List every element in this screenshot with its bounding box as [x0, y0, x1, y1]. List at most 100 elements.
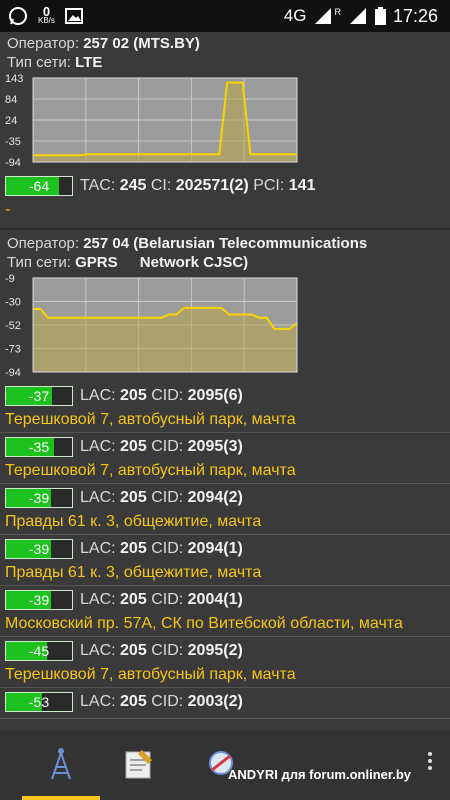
tab-log[interactable] [114, 738, 164, 788]
signal-badge: -39 [5, 590, 73, 610]
cid-value: 2095(6) [187, 387, 243, 404]
cell-row[interactable]: -45 LAC: 205 CID: 2095(2) [0, 637, 450, 665]
signal-badge: -39 [5, 488, 73, 508]
y-tick-label: 84 [5, 94, 17, 106]
operator-label: Оператор: [7, 235, 80, 252]
y-tick-label: -73 [5, 344, 21, 356]
ci-value: 202571(2) [175, 177, 249, 194]
cell-info: LAC: 205 CID: 2094(1) [80, 540, 243, 558]
y-tick-label: -35 [5, 136, 21, 148]
cell-entry[interactable]: -39 LAC: 205 CID: 2004(1) Московский пр. 5… [0, 586, 450, 637]
signal-badge: -64 [5, 176, 73, 196]
y-tick-label: -9 [5, 273, 15, 285]
y-tick-label: 143 [5, 73, 23, 85]
signal-icon [315, 8, 332, 24]
signal-icon-2 [349, 8, 366, 24]
signal-value: -37 [28, 388, 50, 404]
lac-label: LAC: [80, 489, 116, 506]
lac-value: 205 [120, 693, 147, 710]
signal-value: -64 [28, 178, 50, 194]
speed-indicator: 0 KB/s [38, 4, 55, 25]
lac-value: 205 [120, 438, 147, 455]
cid-label: CID: [151, 591, 184, 608]
cell-location: Терешковой 7, автобусный парк, мачта [5, 462, 296, 479]
cell-row[interactable]: -53 LAC: 205 CID: 2003(2) [0, 688, 450, 716]
cell-location: Московский пр. 57А, СК по Витебской обла… [5, 615, 403, 632]
network-type: 4G [283, 6, 307, 25]
cell-info: TAC: 245 CI: 202571(2) PCI: 141 [80, 177, 315, 195]
cid-label: CID: [151, 387, 184, 404]
cid-label: CID: [151, 693, 184, 710]
operator-value: 257 04 (Belarusian Telecommunications [83, 235, 368, 252]
watermark: ANDYRI для forum.onliner.by [228, 767, 411, 782]
network-label: Тип сети: [7, 54, 71, 71]
pci-label: PCI: [253, 177, 285, 194]
cell-row[interactable]: -39 LAC: 205 CID: 2004(1) [0, 586, 450, 614]
y-tick-label: -52 [5, 320, 21, 332]
cell-row[interactable]: -39 LAC: 205 CID: 2094(2) [0, 484, 450, 512]
overflow-menu-icon[interactable] [428, 752, 432, 770]
cell-row-lte[interactable]: -64 TAC: 245 CI: 202571(2) PCI: 141 [0, 172, 450, 200]
tab-cells[interactable] [36, 738, 86, 788]
cell-entry[interactable]: -45 LAC: 205 CID: 2095(2) Терешковой 7, ав… [0, 637, 450, 688]
active-tab-indicator [22, 796, 100, 800]
signal-badge: -35 [5, 437, 73, 457]
signal-history-chart-2: -9 -30 -52 -73 -94 [5, 273, 298, 379]
battery-icon [374, 7, 386, 25]
tac-value: 245 [119, 177, 147, 194]
y-tick-label: -94 [5, 367, 21, 379]
cid-value: 2095(2) [187, 642, 243, 659]
cell-entry[interactable]: -39 LAC: 205 CID: 2094(1) Правды 61 к. 3, … [0, 535, 450, 586]
cell-row[interactable]: -35 LAC: 205 CID: 2095(3) [0, 433, 450, 461]
signal-badge: -45 [5, 641, 73, 661]
cell-location: Терешковой 7, автобусный парк, мачта [5, 411, 296, 428]
operator-label: Оператор: [7, 35, 80, 52]
cid-label: CID: [151, 489, 184, 506]
whatsapp-icon [9, 7, 27, 25]
network-value: LTE [75, 54, 103, 71]
cid-value: 2094(2) [187, 489, 243, 506]
signal-history-chart-1: 143 84 24 -35 -94 [5, 73, 298, 169]
cid-label: CID: [151, 642, 184, 659]
bottom-navigation: ANDYRI для forum.onliner.by [0, 730, 450, 800]
network-value: GPRS [75, 254, 118, 271]
operator-section-1: Оператор: 257 02 (MTS.BY) Тип сети: LTE [0, 32, 450, 72]
pci-value: 141 [288, 177, 316, 194]
signal-badge: -39 [5, 539, 73, 559]
y-tick-label: 24 [5, 115, 17, 127]
speed-unit: KB/s [38, 16, 55, 25]
cid-label: CID: [151, 438, 184, 455]
signal-value: -53 [28, 694, 50, 710]
lac-value: 205 [120, 489, 147, 506]
cell-location: - [5, 201, 11, 218]
cell-location: Терешковой 7, автобусный парк, мачта [5, 666, 296, 683]
cell-info: LAC: 205 CID: 2095(3) [80, 438, 243, 456]
status-bar: 0 KB/s 4G R 17:26 [0, 0, 450, 32]
cell-entry[interactable]: -35 LAC: 205 CID: 2095(3) Терешковой 7, ав… [0, 433, 450, 484]
operator-line: Оператор: 257 04 (Belarusian Telecommuni… [7, 234, 443, 253]
signal-badge: -53 [5, 692, 73, 712]
cell-location: Правды 61 к. 3, общежитие, мачта [5, 513, 262, 530]
tac-label: TAC: [80, 177, 116, 194]
operator-section-2: Оператор: 257 04 (Belarusian Telecommuni… [0, 230, 450, 272]
cell-entry[interactable]: -53 LAC: 205 CID: 2003(2) [0, 688, 450, 719]
signal-value: -45 [28, 643, 50, 659]
cell-row[interactable]: -37 LAC: 205 CID: 2095(6) [0, 382, 450, 410]
cell-entry[interactable]: -37 LAC: 205 CID: 2095(6) Терешковой 7, ав… [0, 382, 450, 433]
lac-value: 205 [120, 642, 147, 659]
operator-value-continuation: Network CJSC) [139, 254, 249, 271]
lac-value: 205 [120, 387, 147, 404]
lac-label: LAC: [80, 591, 116, 608]
y-tick-label: -94 [5, 157, 21, 169]
signal-value: -39 [28, 592, 50, 608]
roaming-indicator: R [334, 7, 341, 17]
cell-row[interactable]: -39 LAC: 205 CID: 2094(1) [0, 535, 450, 563]
notepad-icon [125, 750, 152, 779]
cid-value: 2003(2) [187, 693, 243, 710]
gallery-icon [64, 8, 83, 24]
operator-line: Оператор: 257 02 (MTS.BY) [7, 34, 443, 53]
cell-entry[interactable]: -39 LAC: 205 CID: 2094(2) Правды 61 к. 3, … [0, 484, 450, 535]
speed-value: 0 [42, 4, 51, 19]
lac-value: 205 [120, 591, 147, 608]
cell-list[interactable]: Оператор: 257 02 (MTS.BY) Тип сети: LTE … [0, 32, 450, 730]
